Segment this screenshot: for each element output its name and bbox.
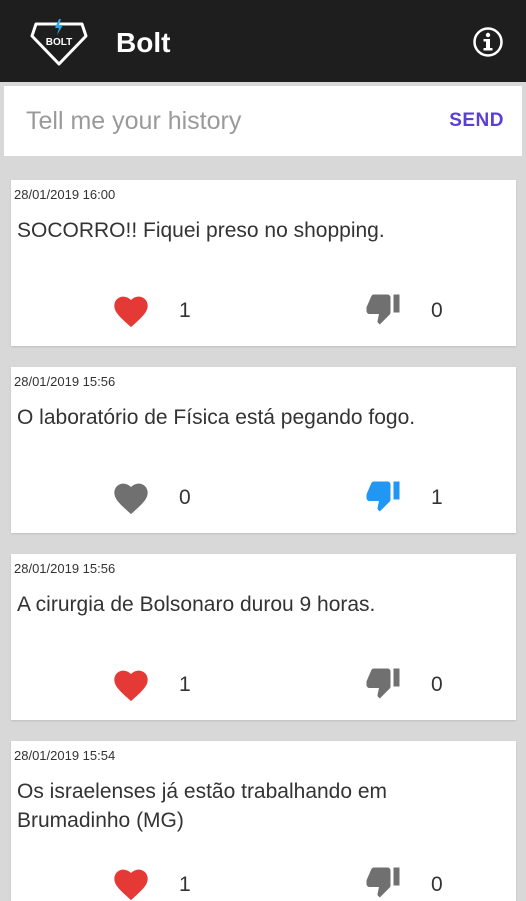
- thumbs-down-icon[interactable]: [363, 477, 403, 513]
- dislike-count: 0: [431, 299, 443, 322]
- thumbs-down-icon[interactable]: [363, 290, 403, 326]
- send-button[interactable]: SEND: [449, 110, 504, 132]
- heart-icon[interactable]: [111, 865, 151, 901]
- story-composer: SEND: [4, 86, 522, 156]
- heart-icon[interactable]: [111, 666, 151, 702]
- post-text: Os israelenses já estão trabalhando em B…: [17, 780, 388, 832]
- thumbs-down-icon[interactable]: [363, 863, 403, 899]
- like-count: 1: [179, 873, 191, 896]
- app-title: Bolt: [116, 27, 171, 58]
- post-date: 28/01/2019 15:54: [14, 748, 116, 763]
- like-count: 0: [179, 486, 191, 509]
- post-text: A cirurgia de Bolsonaro durou 9 horas.: [17, 593, 376, 616]
- post-card: 28/01/2019 16:00 SOCORRO!! Fiquei preso …: [11, 180, 516, 346]
- dislike-count: 0: [431, 873, 443, 896]
- post-text: SOCORRO!! Fiquei preso no shopping.: [17, 219, 385, 242]
- post-date: 28/01/2019 15:56: [14, 374, 116, 389]
- dislike-count: 1: [431, 486, 443, 509]
- dislike-count: 0: [431, 673, 443, 696]
- logo-text: BOLT: [46, 37, 72, 48]
- info-icon[interactable]: [472, 26, 504, 58]
- post-card: 28/01/2019 15:56 A cirurgia de Bolsonaro…: [11, 554, 516, 720]
- thumbs-down-icon[interactable]: [363, 664, 403, 700]
- bolt-logo: BOLT: [30, 19, 88, 66]
- post-date: 28/01/2019 16:00: [14, 187, 116, 202]
- post-card: 28/01/2019 15:54 Os israelenses já estão…: [11, 741, 516, 901]
- post-date: 28/01/2019 15:56: [14, 561, 116, 576]
- heart-icon[interactable]: [111, 292, 151, 328]
- like-count: 1: [179, 673, 191, 696]
- post-card: 28/01/2019 15:56 O laboratório de Física…: [11, 367, 516, 533]
- like-count: 1: [179, 299, 191, 322]
- heart-icon[interactable]: [111, 479, 151, 515]
- app-bar: BOLT Bolt: [0, 0, 526, 82]
- post-text: O laboratório de Física está pegando fog…: [17, 406, 416, 429]
- story-input[interactable]: [4, 86, 424, 156]
